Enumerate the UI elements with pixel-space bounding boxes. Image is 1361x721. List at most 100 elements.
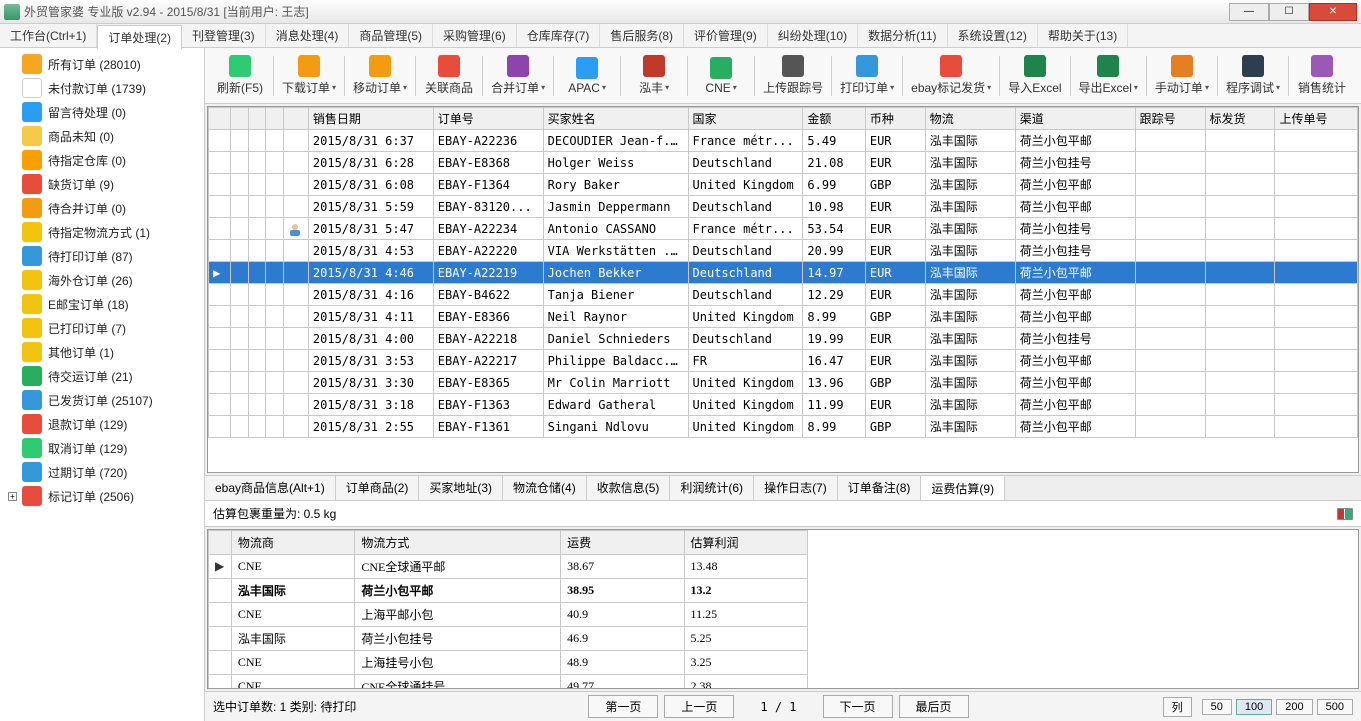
table-row[interactable]: 2015/8/31 3:30EBAY-E8365Mr Colin Marriot… xyxy=(209,372,1358,394)
main-tab[interactable]: 刊登管理(3) xyxy=(182,24,266,47)
sidebar-item[interactable]: 过期订单 (720) xyxy=(2,460,202,484)
sidebar-item[interactable]: 待指定仓库 (0) xyxy=(2,148,202,172)
last-page-button[interactable]: 最后页 xyxy=(899,695,969,718)
table-row[interactable]: 2015/8/31 6:37EBAY-A22236DECOUDIER Jean-… xyxy=(209,130,1358,152)
toolbar-button[interactable]: 合并订单▾ xyxy=(487,51,549,101)
prev-page-button[interactable]: 上一页 xyxy=(664,695,734,718)
table-row[interactable]: 2015/8/31 4:16EBAY-B4622Tanja BienerDeut… xyxy=(209,284,1358,306)
column-header[interactable]: 跟踪号 xyxy=(1135,108,1205,130)
column-header[interactable] xyxy=(248,108,265,130)
orders-grid[interactable]: 销售日期订单号买家姓名国家金额币种物流渠道跟踪号标发货上传单号2015/8/31… xyxy=(207,106,1359,473)
page-size-button[interactable]: 100 xyxy=(1236,699,1272,715)
sidebar-item[interactable]: 退款订单 (129) xyxy=(2,412,202,436)
column-header[interactable] xyxy=(231,108,248,130)
main-tab[interactable]: 消息处理(4) xyxy=(266,24,350,47)
main-tab[interactable]: 系统设置(12) xyxy=(948,24,1038,47)
column-header[interactable]: 估算利润 xyxy=(684,531,807,555)
main-tab[interactable]: 仓库库存(7) xyxy=(517,24,601,47)
toolbar-button[interactable]: 打印订单▾ xyxy=(836,51,898,101)
detail-tab[interactable]: 操作日志(7) xyxy=(754,476,838,500)
column-header[interactable] xyxy=(209,531,232,555)
toolbar-button[interactable]: 上传跟踪号 xyxy=(759,51,827,101)
main-tab[interactable]: 订单处理(2) xyxy=(97,25,182,49)
column-header[interactable]: 销售日期 xyxy=(308,108,433,130)
detail-tab[interactable]: 订单商品(2) xyxy=(336,476,420,500)
maximize-button[interactable]: ☐ xyxy=(1269,3,1309,21)
column-header[interactable] xyxy=(266,108,283,130)
main-tab[interactable]: 纠纷处理(10) xyxy=(768,24,858,47)
detail-tab[interactable]: 买家地址(3) xyxy=(419,476,503,500)
main-tab[interactable]: 数据分析(11) xyxy=(858,24,947,47)
toolbar-button[interactable]: 手动订单▾ xyxy=(1151,51,1213,101)
table-row[interactable]: 2015/8/31 3:53EBAY-A22217Philippe Baldac… xyxy=(209,350,1358,372)
table-row[interactable]: 2015/8/31 4:11EBAY-E8366Neil RaynorUnite… xyxy=(209,306,1358,328)
toolbar-button[interactable]: 刷新(F5) xyxy=(211,51,269,101)
column-header[interactable] xyxy=(209,108,231,130)
sidebar-item[interactable]: 其他订单 (1) xyxy=(2,340,202,364)
toolbar-button[interactable]: 下载订单▾ xyxy=(278,51,340,101)
close-button[interactable]: ✕ xyxy=(1309,3,1357,21)
detail-tab[interactable]: 订单备注(8) xyxy=(838,476,922,500)
table-row[interactable]: 2015/8/31 5:59EBAY-83120...Jasmin Depper… xyxy=(209,196,1358,218)
sidebar-item[interactable]: 商品未知 (0) xyxy=(2,124,202,148)
toolbar-button[interactable]: 销售统计 xyxy=(1293,51,1351,101)
sidebar-item[interactable]: 待交运订单 (21) xyxy=(2,364,202,388)
expand-icon[interactable]: + xyxy=(8,492,17,501)
sidebar-item[interactable]: +标记订单 (2506) xyxy=(2,484,202,508)
sidebar-item[interactable]: 取消订单 (129) xyxy=(2,436,202,460)
column-header[interactable]: 金额 xyxy=(803,108,865,130)
column-header[interactable]: 上传单号 xyxy=(1275,108,1358,130)
toolbar-button[interactable]: 导出Excel▾ xyxy=(1075,51,1142,101)
detail-tab[interactable]: 运费估算(9) xyxy=(921,476,1005,500)
detail-tab[interactable]: 利润统计(6) xyxy=(670,476,754,500)
next-page-button[interactable]: 下一页 xyxy=(823,695,893,718)
shipping-estimate-grid[interactable]: 物流商物流方式运费估算利润▶CNECNE全球通平邮38.6713.48泓丰国际荷… xyxy=(207,529,1359,689)
sidebar-item[interactable]: E邮宝订单 (18) xyxy=(2,292,202,316)
detail-tab[interactable]: ebay商品信息(Alt+1) xyxy=(205,476,336,500)
table-row[interactable]: 泓丰国际荷兰小包挂号46.95.25 xyxy=(209,627,808,651)
table-row[interactable]: 2015/8/31 5:47EBAY-A22234Antonio CASSANO… xyxy=(209,218,1358,240)
minimize-button[interactable]: — xyxy=(1229,3,1269,21)
column-header[interactable]: 物流方式 xyxy=(355,531,561,555)
column-header[interactable]: 国家 xyxy=(688,108,803,130)
table-row[interactable]: CNE上海平邮小包40.911.25 xyxy=(209,603,808,627)
table-row[interactable]: ▶2015/8/31 4:46EBAY-A22219Jochen BekkerD… xyxy=(209,262,1358,284)
column-header[interactable]: 买家姓名 xyxy=(543,108,688,130)
detail-tab[interactable]: 收款信息(5) xyxy=(587,476,671,500)
toolbar-button[interactable]: 程序调试▾ xyxy=(1222,51,1284,101)
toolbar-button[interactable]: 移动订单▾ xyxy=(349,51,411,101)
toolbar-button[interactable]: 导入Excel xyxy=(1004,51,1065,101)
columns-button[interactable]: 列 xyxy=(1163,697,1192,717)
column-header[interactable]: 标发货 xyxy=(1205,108,1275,130)
sidebar-item[interactable]: 待打印订单 (87) xyxy=(2,244,202,268)
column-header[interactable]: 订单号 xyxy=(433,108,543,130)
table-row[interactable]: CNECNE全球通挂号49.772.38 xyxy=(209,675,808,690)
sidebar-item[interactable]: 留言待处理 (0) xyxy=(2,100,202,124)
sidebar-item[interactable]: 海外仓订单 (26) xyxy=(2,268,202,292)
toolbar-button[interactable]: 泓丰▾ xyxy=(625,51,683,101)
detail-tab[interactable]: 物流仓储(4) xyxy=(503,476,587,500)
table-row[interactable]: 2015/8/31 6:28EBAY-E8368Holger WeissDeut… xyxy=(209,152,1358,174)
column-header[interactable]: 物流商 xyxy=(231,531,354,555)
table-row[interactable]: 2015/8/31 4:00EBAY-A22218Daniel Schniede… xyxy=(209,328,1358,350)
table-row[interactable]: 泓丰国际荷兰小包平邮38.9513.2 xyxy=(209,579,808,603)
column-header[interactable] xyxy=(283,108,308,130)
page-size-button[interactable]: 50 xyxy=(1202,699,1232,715)
table-row[interactable]: 2015/8/31 6:08EBAY-F1364Rory BakerUnited… xyxy=(209,174,1358,196)
toolbar-button[interactable]: CNE▾ xyxy=(692,51,750,101)
table-row[interactable]: CNE上海挂号小包48.93.25 xyxy=(209,651,808,675)
table-row[interactable]: 2015/8/31 4:53EBAY-A22220VIA Werkstätten… xyxy=(209,240,1358,262)
book-icon[interactable] xyxy=(1337,508,1353,520)
table-row[interactable]: 2015/8/31 2:55EBAY-F1361Singani NdlovuUn… xyxy=(209,416,1358,438)
main-tab[interactable]: 商品管理(5) xyxy=(349,24,433,47)
sidebar-item[interactable]: 缺货订单 (9) xyxy=(2,172,202,196)
table-row[interactable]: 2015/8/31 3:18EBAY-F1363Edward GatheralU… xyxy=(209,394,1358,416)
main-tab[interactable]: 采购管理(6) xyxy=(433,24,517,47)
column-header[interactable]: 运费 xyxy=(561,531,684,555)
page-size-button[interactable]: 500 xyxy=(1317,699,1353,715)
main-tab[interactable]: 评价管理(9) xyxy=(684,24,768,47)
column-header[interactable]: 渠道 xyxy=(1015,108,1135,130)
main-tab[interactable]: 帮助关于(13) xyxy=(1038,24,1128,47)
toolbar-button[interactable]: ebay标记发货▾ xyxy=(907,51,995,101)
sidebar-item[interactable]: 待合并订单 (0) xyxy=(2,196,202,220)
